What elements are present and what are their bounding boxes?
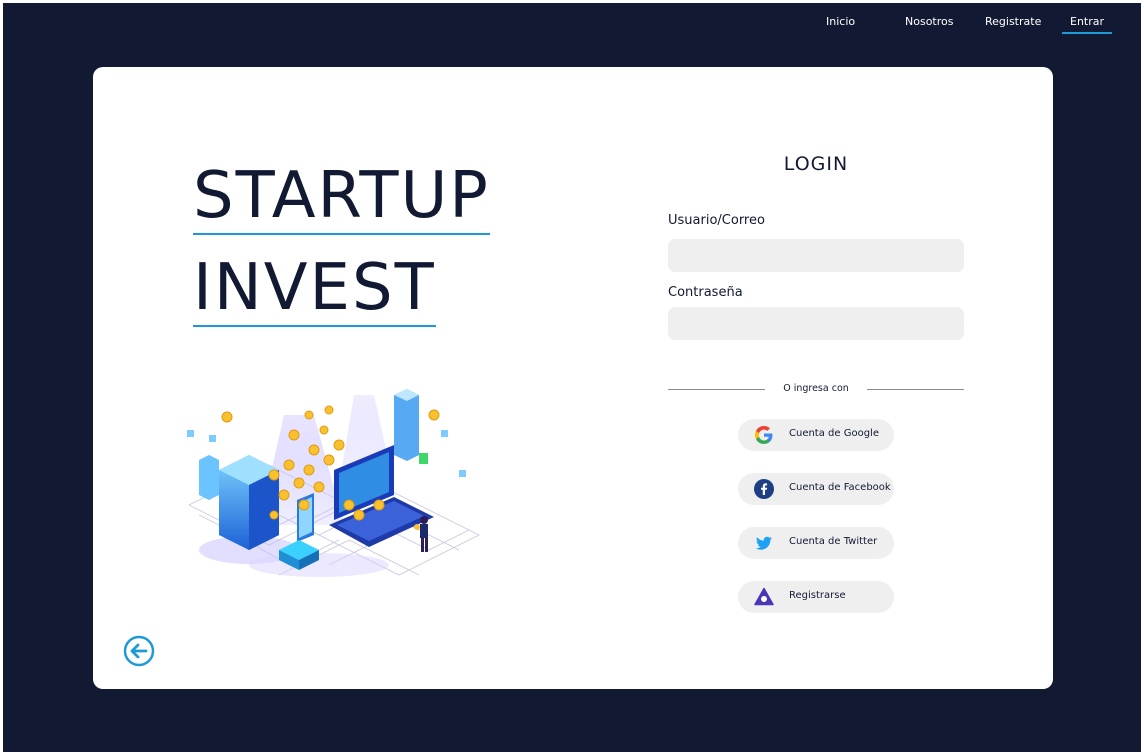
brand-title: STARTUP INVEST [193, 153, 490, 337]
nav-item-registrate[interactable]: Registrate [985, 15, 1041, 28]
facebook-login-button[interactable]: Cuenta de Facebook [738, 473, 894, 505]
nav-item-inicio[interactable]: Inicio [826, 15, 855, 28]
google-icon [755, 426, 773, 444]
nav-item-nosotros[interactable]: Nosotros [905, 15, 953, 28]
divider-right [867, 389, 964, 390]
brand-line-1: STARTUP [193, 159, 490, 235]
password-input[interactable] [668, 307, 964, 340]
password-label: Contraseña [668, 285, 743, 300]
user-input[interactable] [668, 239, 964, 272]
login-card: STARTUP INVEST LOGIN Usuario/Correo Cont… [93, 67, 1053, 689]
app-background: Inicio Nosotros Registrate Entrar STARTU… [3, 3, 1141, 752]
register-label: Registrarse [789, 590, 846, 601]
nav-item-entrar[interactable]: Entrar [1061, 15, 1113, 34]
facebook-icon [754, 479, 774, 499]
brand-line-2: INVEST [193, 251, 436, 327]
google-label: Cuenta de Google [789, 428, 879, 439]
facebook-label: Cuenta de Facebook [789, 482, 891, 493]
google-login-button[interactable]: Cuenta de Google [738, 419, 894, 451]
triangle-logo-icon [754, 587, 774, 606]
register-button[interactable]: Registrarse [738, 581, 894, 613]
twitter-login-button[interactable]: Cuenta de Twitter [738, 527, 894, 559]
investment-illustration [187, 389, 480, 577]
twitter-icon [756, 536, 772, 550]
login-title: LOGIN [783, 153, 849, 175]
top-nav: Inicio Nosotros Registrate Entrar [3, 3, 1141, 43]
user-label: Usuario/Correo [668, 213, 765, 228]
arrow-left-circle-icon[interactable] [123, 635, 155, 667]
twitter-label: Cuenta de Twitter [789, 536, 878, 547]
